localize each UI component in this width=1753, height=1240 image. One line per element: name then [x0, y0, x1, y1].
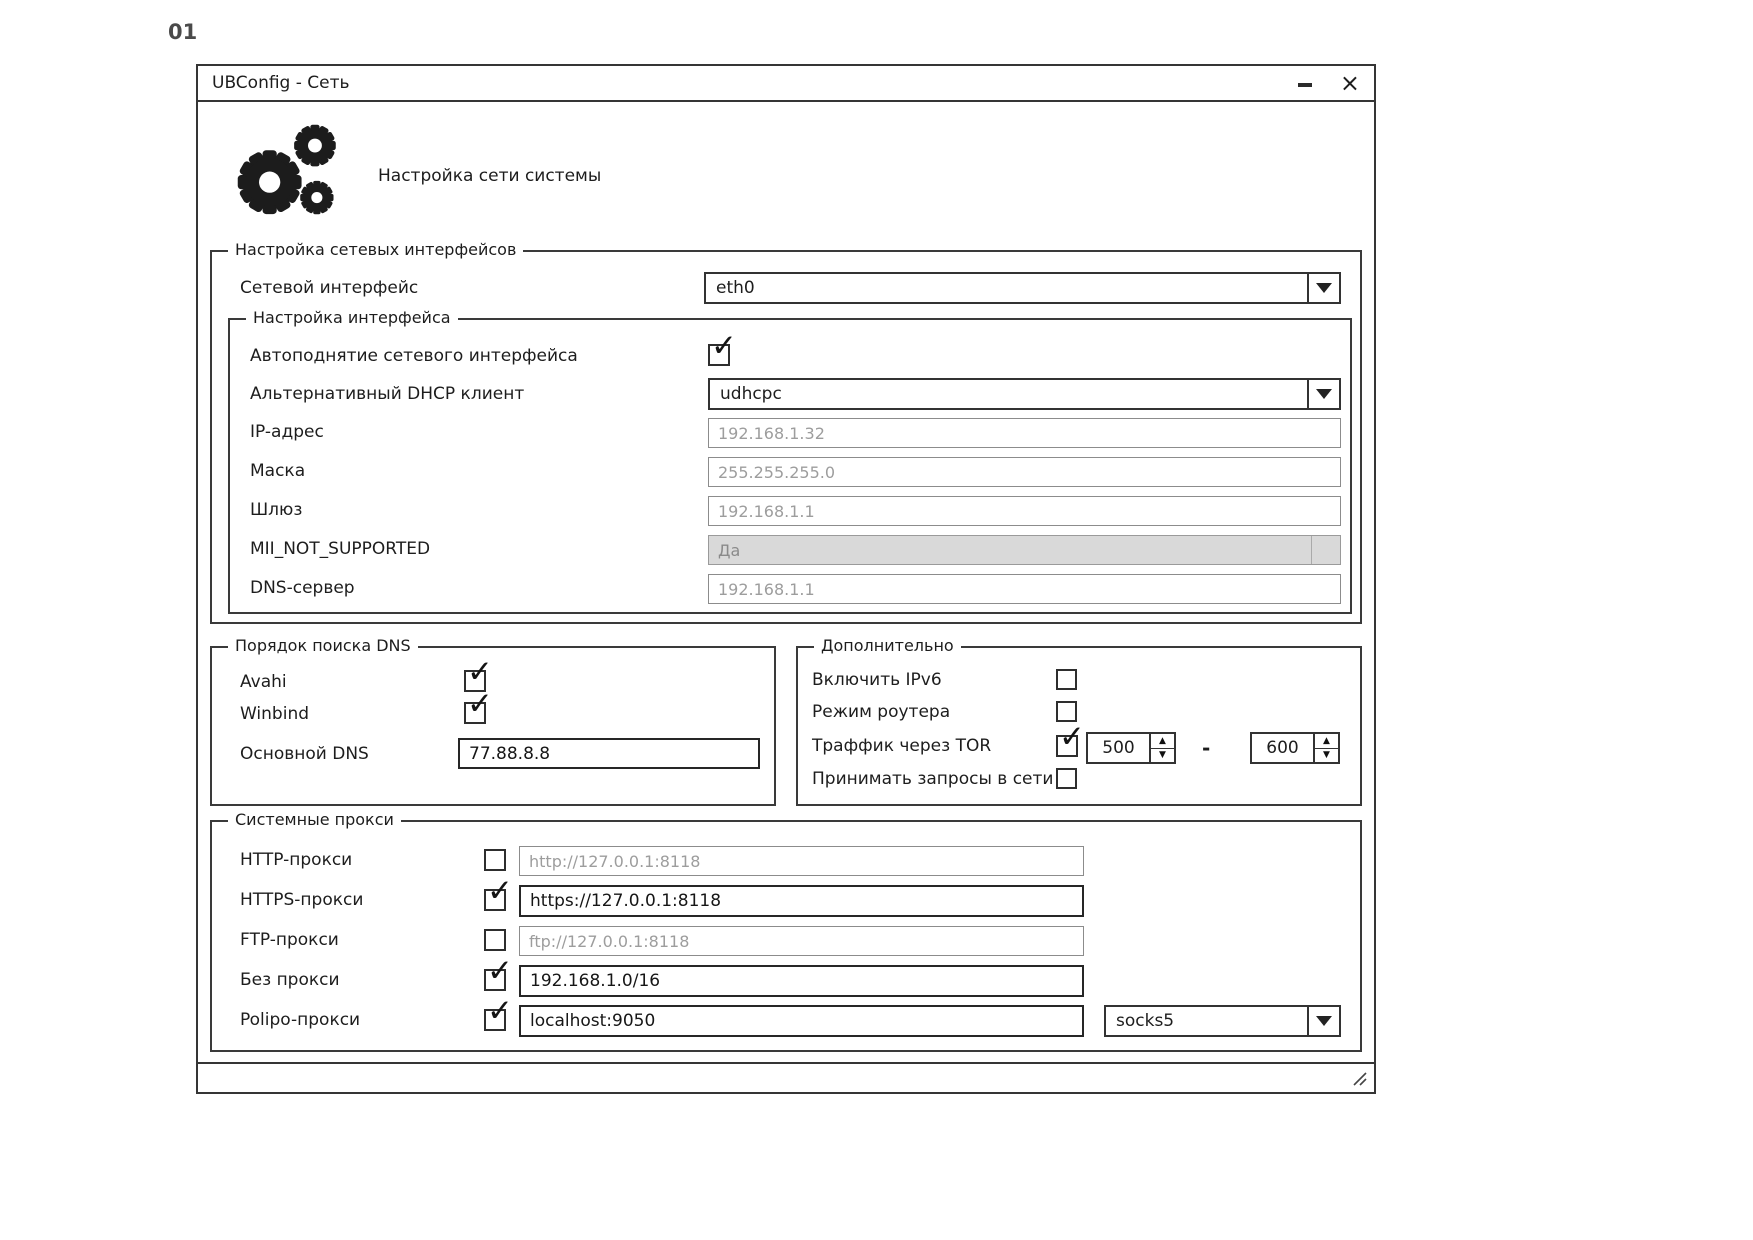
resize-grip-icon[interactable]: [1350, 1069, 1368, 1087]
polipo-proxy-checkbox[interactable]: ✓: [484, 1009, 506, 1031]
close-button[interactable]: ×: [1340, 74, 1360, 92]
interface-select-button[interactable]: [1307, 274, 1339, 302]
checkmark-icon: ✓: [487, 996, 513, 1027]
minimize-icon: [1298, 83, 1312, 87]
dhcp-client-select[interactable]: udhcpc: [708, 378, 1341, 410]
interface-select[interactable]: eth0: [704, 272, 1341, 304]
page: 01 UBConfig - Сеть ×: [0, 0, 1753, 1240]
group-dns-order: Порядок поиска DNS Avahi ✓ Winbind ✓ Осн…: [210, 646, 776, 806]
primary-dns-label: Основной DNS: [240, 744, 369, 764]
group-network-interfaces: Настройка сетевых интерфейсов Сетевой ин…: [210, 250, 1362, 624]
checkmark-icon: ✓: [467, 689, 493, 720]
tor-port-to-value: 600: [1252, 734, 1313, 762]
no-proxy-checkbox[interactable]: ✓: [484, 969, 506, 991]
http-proxy-label: HTTP-прокси: [240, 850, 352, 870]
ftp-proxy-checkbox[interactable]: [484, 929, 506, 951]
avahi-checkbox[interactable]: ✓: [464, 670, 486, 692]
dropdown-arrow-icon: [1316, 1016, 1332, 1026]
socks-select-value: socks5: [1106, 1007, 1307, 1035]
mii-value: Да: [718, 541, 740, 560]
ubconfig-window: UBConfig - Сеть ×: [196, 64, 1376, 1094]
checkmark-icon: ✓: [487, 876, 513, 907]
polipo-proxy-label: Polipo-прокси: [240, 1010, 360, 1030]
group-dns-order-legend: Порядок поиска DNS: [228, 636, 418, 655]
primary-dns-input[interactable]: [458, 738, 760, 769]
window-title: UBConfig - Сеть: [212, 73, 350, 93]
gears-icon: [234, 122, 340, 224]
group-interface-settings: Настройка интерфейса Автоподнятие сетево…: [228, 318, 1352, 614]
group-additional-legend: Дополнительно: [814, 636, 961, 655]
mii-field-disabled: Да: [708, 535, 1341, 565]
ipv6-checkbox[interactable]: [1056, 669, 1077, 690]
dhcp-client-select-value: udhcpc: [710, 380, 1307, 408]
spinner-down-icon[interactable]: ▼: [1151, 749, 1174, 763]
window-controls: ×: [1296, 74, 1360, 92]
ip-input[interactable]: [708, 418, 1341, 448]
http-proxy-checkbox[interactable]: [484, 849, 506, 871]
group-network-interfaces-legend: Настройка сетевых интерфейсов: [228, 240, 523, 259]
https-proxy-label: HTTPS-прокси: [240, 890, 363, 910]
spinner-up-icon[interactable]: ▲: [1151, 734, 1174, 749]
gateway-input[interactable]: [708, 496, 1341, 526]
tor-traffic-label: Траффик через TOR: [812, 736, 991, 756]
dhcp-client-select-button[interactable]: [1307, 380, 1339, 408]
checkmark-icon: ✓: [711, 331, 737, 362]
tor-port-from-value: 500: [1088, 734, 1149, 762]
checkmark-icon: ✓: [487, 956, 513, 987]
accept-requests-checkbox[interactable]: [1056, 768, 1077, 789]
minimize-button[interactable]: [1296, 74, 1314, 92]
router-mode-checkbox[interactable]: [1056, 701, 1077, 722]
ipv6-label: Включить IPv6: [812, 670, 942, 690]
group-system-proxies-legend: Системные прокси: [228, 810, 401, 829]
auto-up-checkbox[interactable]: ✓: [708, 344, 730, 366]
checkmark-icon: ✓: [1059, 722, 1085, 753]
group-interface-settings-legend: Настройка интерфейса: [246, 308, 458, 327]
dropdown-arrow-icon: [1316, 389, 1332, 399]
no-proxy-input[interactable]: [519, 965, 1084, 997]
close-icon: ×: [1340, 69, 1360, 97]
dropdown-arrow-icon: [1316, 283, 1332, 293]
polipo-proxy-input[interactable]: [519, 1005, 1084, 1037]
spinner-up-icon[interactable]: ▲: [1315, 734, 1338, 749]
port-range-separator: -: [1202, 736, 1210, 760]
router-mode-label: Режим роутера: [812, 702, 950, 722]
dns-server-label: DNS-сервер: [250, 578, 355, 598]
tor-port-from-buttons[interactable]: ▲ ▼: [1149, 734, 1174, 762]
page-number: 01: [168, 20, 197, 44]
avahi-label: Avahi: [240, 672, 287, 692]
no-proxy-label: Без прокси: [240, 970, 340, 990]
socks-select-button[interactable]: [1307, 1007, 1339, 1035]
mii-label: MII_NOT_SUPPORTED: [250, 539, 430, 559]
interface-label: Сетевой интерфейс: [240, 278, 418, 298]
winbind-label: Winbind: [240, 704, 309, 724]
spinner-down-icon[interactable]: ▼: [1315, 749, 1338, 763]
statusbar: [198, 1062, 1374, 1092]
ftp-proxy-input[interactable]: [519, 926, 1084, 956]
group-system-proxies: Системные прокси HTTP-прокси HTTPS-прокс…: [210, 820, 1362, 1052]
ip-label: IP-адрес: [250, 422, 324, 442]
auto-up-label: Автоподнятие сетевого интерфейса: [250, 346, 578, 366]
tor-port-to-spinner[interactable]: 600 ▲ ▼: [1250, 732, 1340, 764]
http-proxy-input[interactable]: [519, 846, 1084, 876]
accept-requests-label: Принимать запросы в сети: [812, 769, 1053, 789]
window-subtitle: Настройка сети системы: [378, 166, 601, 186]
checkmark-icon: ✓: [467, 657, 493, 688]
https-proxy-checkbox[interactable]: ✓: [484, 889, 506, 911]
https-proxy-input[interactable]: [519, 885, 1084, 917]
interface-select-value: eth0: [706, 274, 1307, 302]
titlebar: UBConfig - Сеть ×: [198, 66, 1374, 102]
mask-label: Маска: [250, 461, 305, 481]
group-additional: Дополнительно Включить IPv6 Режим роутер…: [796, 646, 1362, 806]
mask-input[interactable]: [708, 457, 1341, 487]
tor-traffic-checkbox[interactable]: ✓: [1056, 735, 1078, 757]
gateway-label: Шлюз: [250, 500, 302, 520]
disabled-dropdown-divider: [1311, 536, 1312, 564]
dhcp-client-label: Альтернативный DHCP клиент: [250, 384, 524, 404]
tor-port-to-buttons[interactable]: ▲ ▼: [1313, 734, 1338, 762]
winbind-checkbox[interactable]: ✓: [464, 702, 486, 724]
ftp-proxy-label: FTP-прокси: [240, 930, 339, 950]
tor-port-from-spinner[interactable]: 500 ▲ ▼: [1086, 732, 1176, 764]
socks-select[interactable]: socks5: [1104, 1005, 1341, 1037]
dns-server-input[interactable]: [708, 574, 1341, 604]
